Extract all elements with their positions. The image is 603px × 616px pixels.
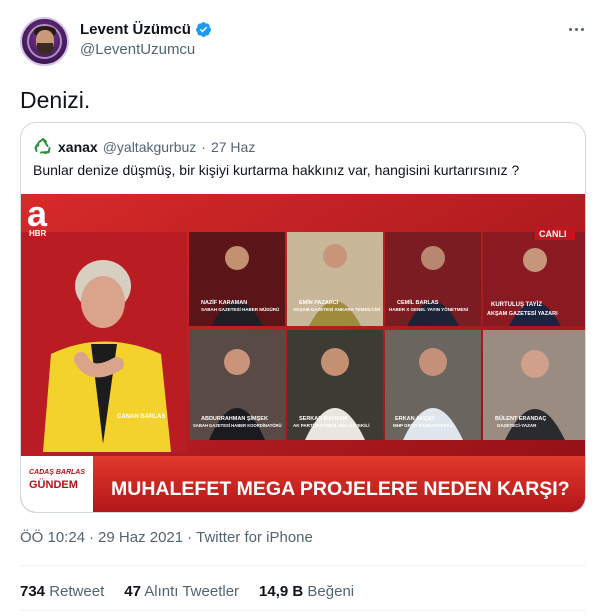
guest-title: HABER X GENEL YAYIN YÖNETMENİ [389, 306, 468, 312]
quoted-media-image[interactable]: a HBR CANLI NAZİF KARAMAN SABAH GAZETESİ… [21, 194, 585, 512]
likes-count: 14,9 B [259, 583, 304, 600]
guest-name: KURTULUŞ TAYİZ [491, 301, 542, 308]
tweet: Levent Üzümcü @LeventUzumcu Denizi. xana… [0, 0, 603, 616]
quoted-date[interactable]: 27 Haz [211, 139, 255, 155]
guest-name: ABDURRAHMAN ŞİMŞEK [201, 415, 268, 422]
quoted-display-name[interactable]: xanax [58, 139, 98, 155]
show-name-line1: CADAŞ BARLAS [29, 469, 85, 476]
quoted-header: xanax @yaltakgurbuz · 27 Haz [33, 137, 255, 157]
tweet-text: Denizi. [20, 87, 91, 113]
likes-stat[interactable]: 14,9 B Beğeni [259, 583, 354, 600]
quoted-tweet[interactable]: xanax @yaltakgurbuz · 27 Haz Bunlar deni… [20, 122, 586, 513]
guest-name: ERKAN AKÇAY [395, 416, 435, 422]
recycle-icon [34, 138, 51, 154]
divider [20, 565, 586, 566]
verified-badge-icon [195, 22, 211, 37]
guest-name: BÜLENT ERANDAÇ [495, 415, 546, 422]
guest-title: AK PARTİ İSTANBUL MİLLETVEKİLİ [293, 422, 370, 428]
quotes-label: Alıntı Tweetler [144, 583, 240, 600]
guest-name: NAZİF KARAMAN [201, 299, 247, 306]
tweet-date[interactable]: 29 Haz 2021 [98, 529, 183, 546]
quoted-text: Bunlar denize düşmüş, bir kişiyi kurtarm… [33, 162, 520, 178]
guest-name: CEMİL BARLAS [397, 299, 439, 306]
likes-label: Beğeni [307, 583, 355, 600]
divider [20, 610, 586, 611]
channel-sub: HBR [29, 229, 47, 238]
quotes-stat[interactable]: 47 Alıntı Tweetler [124, 583, 239, 600]
avatar[interactable] [20, 17, 69, 66]
guest-title: GAZETECİ-YAZAR [497, 422, 537, 428]
guest-title: AKŞAM GAZETESİ ANKARA TEMSİLCİSİ [293, 306, 380, 312]
show-name-line2: GÜNDEM [29, 478, 78, 491]
quoted-separator: · [201, 139, 206, 155]
guest-title: MHP GRUP BAŞKANVEKİLİ [393, 422, 452, 428]
meta-separator: · [187, 529, 193, 546]
guest-name: EMİN PAZARCI [299, 299, 339, 306]
headline: MUHALEFET MEGA PROJELERE NEDEN KARŞI? [111, 478, 570, 500]
live-badge: CANLI [539, 229, 567, 239]
quotes-count: 47 [124, 583, 141, 600]
tweet-meta: ÖÖ 10:24 · 29 Haz 2021 · Twitter for iPh… [20, 529, 313, 546]
display-name[interactable]: Levent Üzümcü [80, 21, 191, 38]
guest-title: SABAH GAZETESİ HABER KOORDİNATÖRÜ [193, 423, 282, 428]
guest-title: AKŞAM GAZETESİ YAZARI [487, 310, 558, 317]
channel-logo: a [27, 194, 48, 234]
guest-name: SERKAN BAYRAM [299, 416, 348, 422]
author-block: Levent Üzümcü @LeventUzumcu [80, 21, 212, 58]
guest-name: CANAN BARLAS [117, 414, 165, 420]
more-dots-icon[interactable] [565, 22, 587, 36]
quoted-handle[interactable]: @yaltakgurbuz [103, 139, 197, 155]
guest-title: SABAH GAZETESİ HABER MÜDÜRÜ [201, 306, 279, 312]
tweet-source[interactable]: Twitter for iPhone [196, 529, 313, 546]
retweets-label: Retweet [49, 583, 105, 600]
stats-row: 734 Retweet 47 Alıntı Tweetler 14,9 B Be… [20, 583, 354, 600]
retweets-count: 734 [20, 583, 46, 600]
tweet-time[interactable]: ÖÖ 10:24 [20, 529, 85, 546]
retweets-stat[interactable]: 734 Retweet [20, 583, 104, 600]
handle[interactable]: @LeventUzumcu [80, 41, 212, 58]
meta-separator: · [89, 529, 95, 546]
